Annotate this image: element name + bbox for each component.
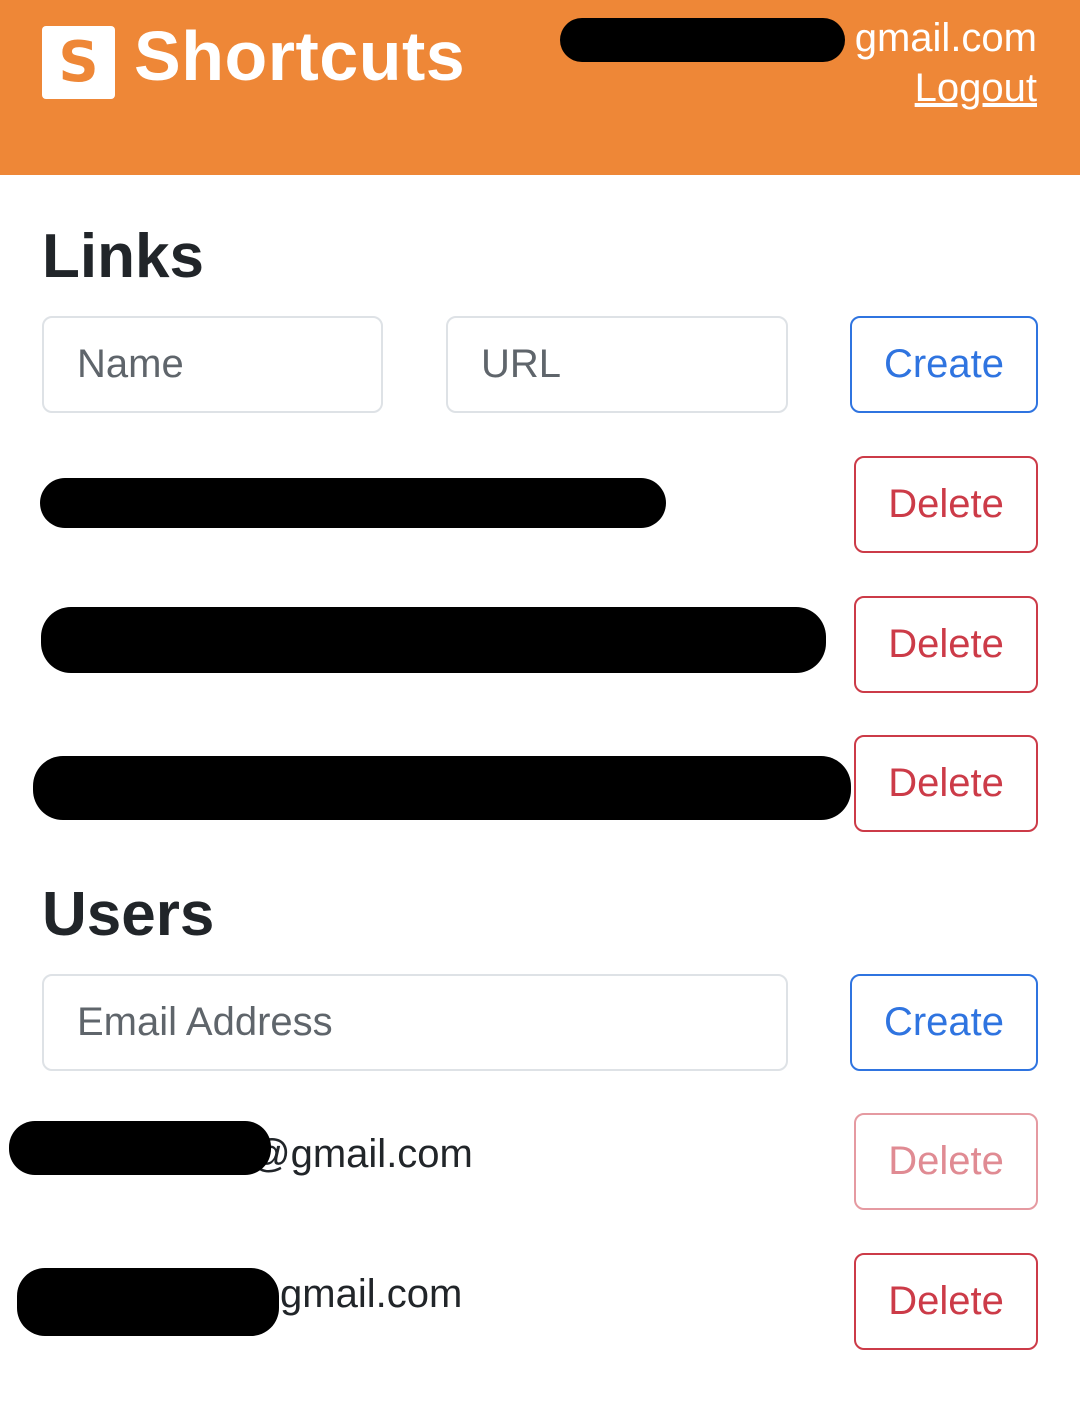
link-url-input[interactable] bbox=[446, 316, 788, 413]
users-heading: Users bbox=[42, 880, 215, 949]
redacted-link-1 bbox=[40, 478, 666, 528]
redacted-user-email bbox=[560, 18, 845, 62]
create-user-button[interactable]: Create bbox=[850, 974, 1038, 1071]
delete-link-button[interactable]: Delete bbox=[854, 456, 1038, 553]
delete-user-button[interactable]: Delete bbox=[854, 1253, 1038, 1350]
user-email-text: gmail.com bbox=[280, 1272, 463, 1316]
user-email-input[interactable] bbox=[42, 974, 788, 1071]
redacted-link-2 bbox=[41, 607, 826, 673]
create-link-button[interactable]: Create bbox=[850, 316, 1038, 413]
user-email: gmail.com bbox=[854, 16, 1037, 60]
app-title: Shortcuts bbox=[134, 17, 466, 95]
link-name-input[interactable] bbox=[42, 316, 383, 413]
redacted-link-3 bbox=[33, 756, 851, 820]
links-heading: Links bbox=[42, 222, 204, 291]
delete-link-button[interactable]: Delete bbox=[854, 735, 1038, 832]
logout-link[interactable]: Logout bbox=[915, 66, 1037, 110]
delete-link-button[interactable]: Delete bbox=[854, 596, 1038, 693]
delete-user-button[interactable]: Delete bbox=[854, 1113, 1038, 1210]
redacted-user-1 bbox=[9, 1121, 271, 1175]
logo-letter: S bbox=[58, 29, 99, 95]
app-logo-icon: S bbox=[42, 26, 115, 99]
app-header: S Shortcuts gmail.com Logout bbox=[0, 0, 1080, 175]
user-email-text: @gmail.com bbox=[250, 1132, 473, 1176]
redacted-user-2 bbox=[17, 1268, 279, 1336]
